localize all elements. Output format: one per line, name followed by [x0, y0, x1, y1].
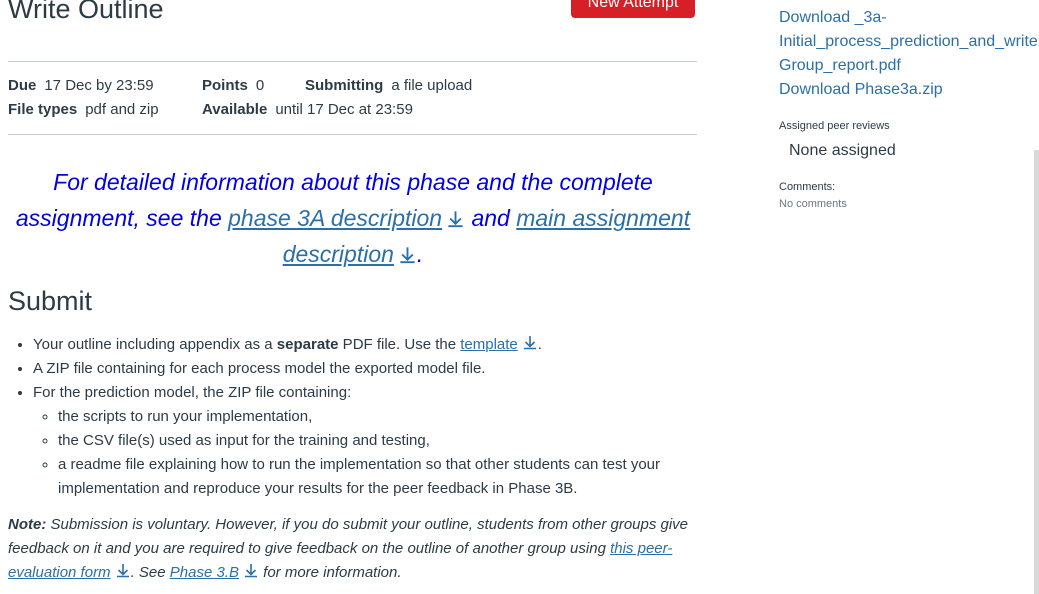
list-item: a readme file explaining how to run the … — [58, 453, 713, 501]
list-item: the CSV file(s) used as input for the tr… — [58, 429, 713, 453]
peer-reviews-value: None assigned — [789, 142, 896, 159]
intro-paragraph: For detailed information about this phas… — [15, 169, 691, 267]
download-icon[interactable] — [398, 245, 417, 264]
note-paragraph: Note: Submission is voluntary. However, … — [8, 516, 689, 581]
note-label: Note: — [8, 516, 47, 533]
list-item: Your outline including appendix as a sep… — [33, 333, 713, 357]
download-icon[interactable] — [522, 334, 538, 350]
comments-heading: Comments: — [779, 181, 836, 193]
submit-heading: Submit — [8, 286, 93, 316]
download-icon[interactable] — [243, 562, 259, 578]
download-zip-link[interactable]: Download Phase3a.zip — [779, 78, 943, 102]
divider — [8, 134, 697, 135]
comments-value: No comments — [779, 198, 847, 210]
scrollbar[interactable] — [1034, 150, 1039, 594]
list-item: the scripts to run your implementation, — [58, 405, 713, 429]
phase-3b-link[interactable]: Phase 3.B — [170, 564, 239, 581]
list-item: For the prediction model, the ZIP file c… — [33, 381, 713, 501]
zip-contents-list: the scripts to run your implementation, … — [33, 405, 713, 501]
page-title: Write Outline — [8, 0, 164, 24]
file-types: File types pdf and zip — [8, 101, 159, 118]
download-report-link[interactable]: Download _3a- Initial_process_prediction… — [779, 6, 1039, 78]
submitting-type: Submitting a file upload — [305, 77, 473, 94]
available-until: Available until 17 Dec at 23:59 — [202, 101, 413, 118]
new-attempt-button[interactable]: New Attempt — [571, 0, 695, 18]
download-icon[interactable] — [115, 562, 131, 578]
submit-requirements-list: Your outline including appendix as a sep… — [8, 333, 713, 501]
phase-3a-description-link[interactable]: phase 3A description — [228, 205, 442, 231]
download-icon[interactable] — [446, 209, 465, 228]
divider — [8, 61, 697, 62]
list-item: A ZIP file containing for each process m… — [33, 357, 713, 381]
peer-reviews-heading: Assigned peer reviews — [779, 120, 890, 132]
template-link[interactable]: template — [460, 336, 518, 353]
points: Points 0 — [202, 77, 265, 94]
due-date: Due 17 Dec by 23:59 — [8, 77, 154, 94]
